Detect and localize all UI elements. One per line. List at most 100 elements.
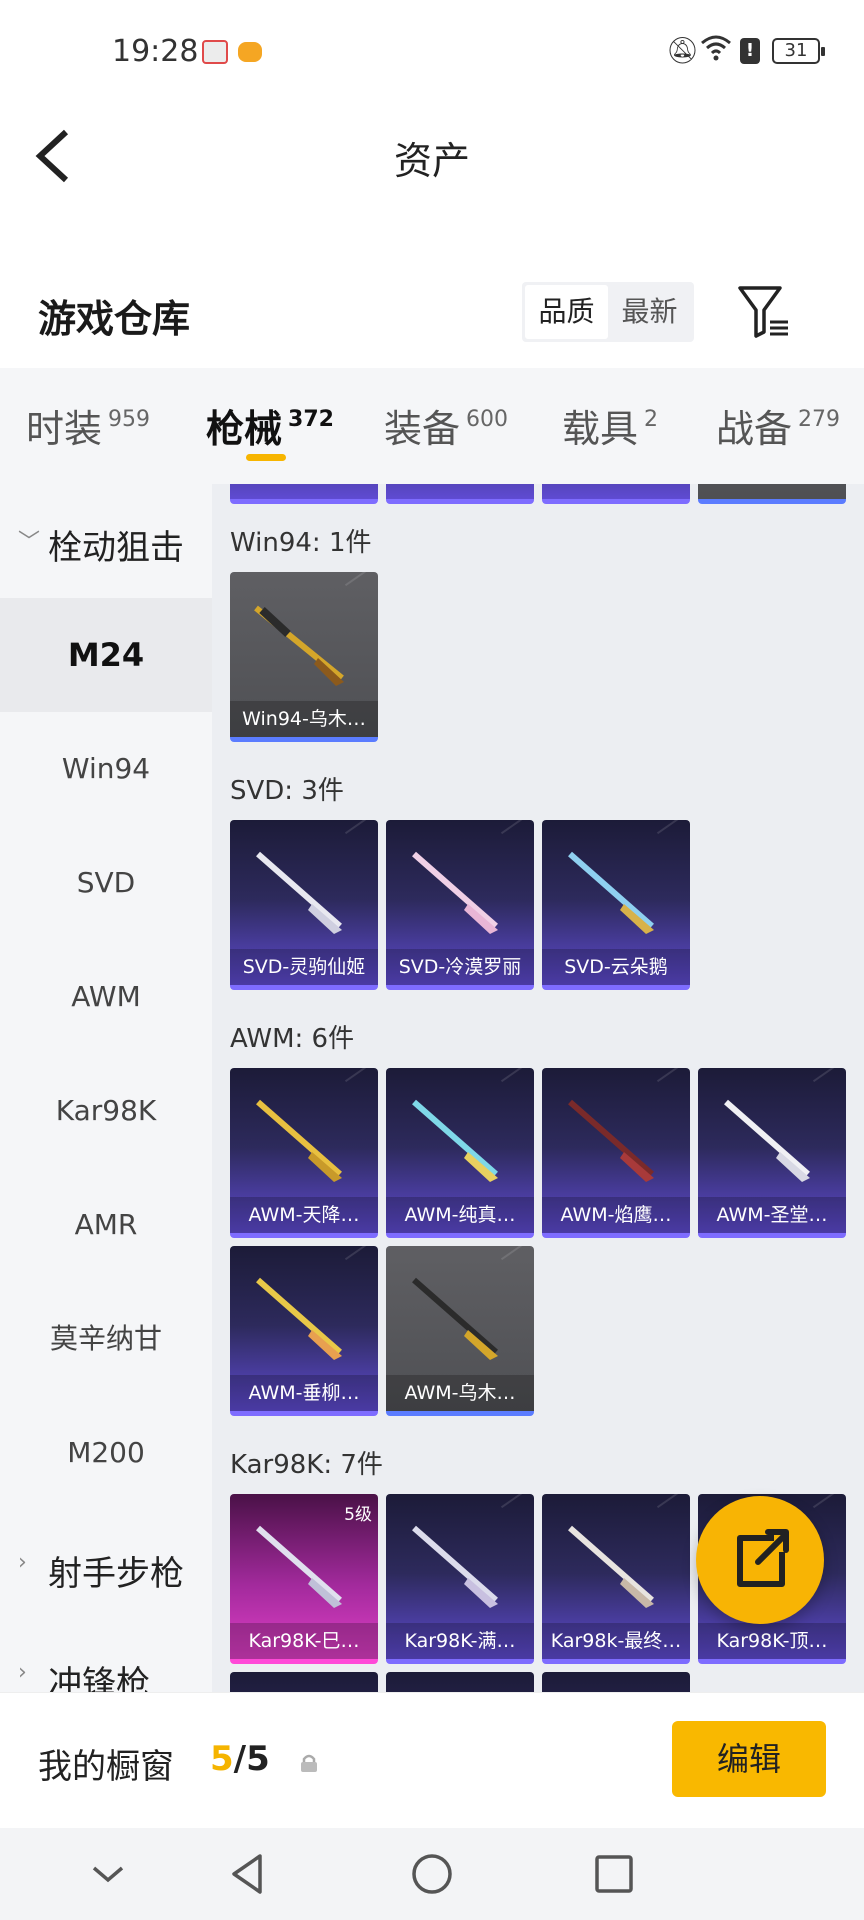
tab-count: 279 [798, 407, 841, 432]
tab-count: 600 [466, 407, 509, 432]
sidebar-group-smg[interactable]: › 冲锋枪 [0, 1620, 212, 1692]
category-tabs: 时装 959 枪械 372 装备 600 载具 2 战备 279 [0, 368, 864, 484]
item-name: Kar98K-满… [386, 1623, 534, 1659]
chevron-right-icon: › [18, 1550, 27, 1575]
nav-recents-icon[interactable] [588, 1848, 640, 1900]
item-name: Kar98K-顶… [698, 1623, 846, 1659]
rifle-icon [412, 851, 498, 934]
item-name: AWM-圣堂… [698, 1197, 846, 1233]
item-card-partial[interactable] [230, 1672, 378, 1692]
sidebar-item-win94[interactable]: Win94 [0, 712, 212, 826]
sort-quality-button[interactable]: 品质 [525, 285, 608, 339]
rifle-icon [256, 1525, 342, 1608]
tab-label: 战备 [716, 407, 793, 451]
mute-bell-icon: 🔕︎ [666, 36, 700, 66]
sidebar-group-label: 冲锋枪 [48, 1664, 150, 1692]
rifle-icon [412, 1099, 498, 1182]
item-card[interactable]: SVD-冷漠罗丽 [386, 820, 534, 990]
rifle-icon [412, 1277, 498, 1360]
section-title: Win94: 1件 [230, 528, 372, 558]
item-card-partial[interactable] [542, 1672, 690, 1692]
item-name: Win94-乌木… [230, 701, 378, 737]
tab-label: 载具 [562, 407, 639, 451]
share-fab[interactable] [696, 1496, 824, 1624]
section-title: SVD: 3件 [230, 776, 344, 806]
item-card[interactable]: Kar98k-最终… [542, 1494, 690, 1664]
item-card-partial[interactable] [386, 1672, 534, 1692]
tab-count: 2 [644, 407, 659, 432]
item-card[interactable]: 5级 Kar98K-巳… [230, 1494, 378, 1664]
edit-button[interactable]: 编辑 [672, 1721, 826, 1797]
warehouse-title: 游戏仓库 [38, 297, 191, 341]
item-name: AWM-焰鹰… [542, 1197, 690, 1233]
chevron-down-icon: ﹀ [18, 530, 41, 555]
sidebar-item-m200[interactable]: M200 [0, 1396, 212, 1510]
tab-label: 装备 [384, 407, 461, 451]
item-name: Kar98k-最终… [542, 1623, 690, 1659]
rifle-icon [568, 1525, 654, 1608]
item-card[interactable]: AWM-焰鹰… [542, 1068, 690, 1238]
chevron-right-icon: › [18, 1660, 27, 1685]
share-icon [737, 1529, 789, 1587]
showcase-bar: 我的橱窗 5/5 编辑 [0, 1692, 864, 1828]
nav-collapse-icon[interactable] [82, 1848, 134, 1900]
sidebar-item-awm[interactable]: AWM [0, 940, 212, 1054]
tab-equipment[interactable]: 装备 600 [384, 398, 508, 453]
item-card[interactable]: SVD-灵驹仙姬 [230, 820, 378, 990]
sidebar-item-m24[interactable]: M24 [0, 598, 212, 712]
sort-toggle: 品质 最新 [522, 282, 694, 342]
sidebar-group-bolt-sniper[interactable]: ﹀ 栓动狙击 [0, 484, 212, 598]
system-nav-bar [0, 1828, 864, 1920]
page-title: 资产 [393, 139, 470, 183]
showcase-current: 5 [210, 1739, 234, 1779]
item-card[interactable]: AWM-圣堂… [698, 1068, 846, 1238]
item-name: SVD-灵驹仙姬 [230, 949, 378, 985]
tab-label: 时装 [26, 407, 103, 451]
sidebar-item-kar98k[interactable]: Kar98K [0, 1054, 212, 1168]
sidebar-group-marksman-rifle[interactable]: › 射手步枪 [0, 1510, 212, 1624]
nav-back-icon[interactable] [222, 1848, 274, 1900]
sort-newest-button[interactable]: 最新 [608, 285, 691, 339]
showcase-total: /5 [233, 1739, 270, 1779]
item-card[interactable]: Win94-乌木… [230, 572, 378, 742]
header: 资产 [0, 100, 864, 210]
sidebar-item-mosin[interactable]: 莫辛纳甘 [0, 1282, 212, 1396]
item-card[interactable]: Kar98K-满… [386, 1494, 534, 1664]
sidebar-item-svd[interactable]: SVD [0, 826, 212, 940]
tab-supplies[interactable]: 战备 279 [716, 398, 840, 453]
sidebar-group-label: 栓动狙击 [48, 528, 184, 568]
tab-firearms[interactable]: 枪械 372 [206, 398, 334, 453]
item-card[interactable]: AWM-纯真… [386, 1068, 534, 1238]
status-bar: 19:28 🔕︎ ! 31 [0, 0, 864, 100]
rifle-icon [412, 1525, 498, 1608]
item-card-partial[interactable] [386, 484, 534, 504]
tab-count: 959 [108, 407, 151, 432]
tab-fashion[interactable]: 时装 959 [26, 398, 150, 453]
item-card[interactable]: SVD-云朵鹅 [542, 820, 690, 990]
rifle-icon [568, 1099, 654, 1182]
tab-vehicles[interactable]: 载具 2 [562, 398, 658, 453]
item-card-partial[interactable] [542, 484, 690, 504]
section-title: Kar98K: 7件 [230, 1450, 383, 1480]
battery-icon: 31 [772, 38, 825, 64]
item-name: SVD-冷漠罗丽 [386, 949, 534, 985]
rifle-icon [254, 605, 344, 686]
item-card-partial[interactable] [230, 484, 378, 504]
rifle-icon [568, 851, 654, 934]
warehouse-bar: 游戏仓库 品质 最新 [0, 270, 864, 356]
section-title: AWM: 6件 [230, 1024, 355, 1054]
item-name: AWM-垂柳… [230, 1375, 378, 1411]
nav-home-icon[interactable] [406, 1848, 458, 1900]
item-card[interactable]: AWM-天降… [230, 1068, 378, 1238]
sidebar-item-amr[interactable]: AMR [0, 1168, 212, 1282]
filter-icon[interactable] [736, 284, 792, 340]
sidebar-group-label: 射手步枪 [48, 1554, 184, 1594]
item-name: AWM-纯真… [386, 1197, 534, 1233]
item-card[interactable]: AWM-乌木… [386, 1246, 534, 1416]
rifle-icon [724, 1099, 810, 1182]
item-card[interactable]: AWM-垂柳… [230, 1246, 378, 1416]
tab-label: 枪械 [206, 407, 283, 451]
rifle-icon [256, 851, 342, 934]
wifi-icon [701, 35, 731, 61]
item-card-partial[interactable] [698, 484, 846, 504]
